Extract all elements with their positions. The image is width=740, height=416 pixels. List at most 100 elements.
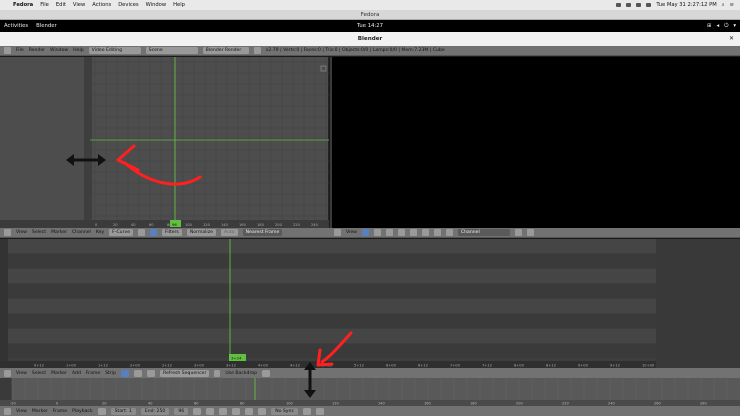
menu-help[interactable]: Help	[73, 48, 83, 53]
graph-mode-select[interactable]: F-Curve	[109, 229, 134, 236]
play-reverse-icon[interactable]	[219, 407, 228, 415]
sequencer-canvas[interactable]: 0+12 1+00 1+12 2+00 2+12 3+00 3+12 4+00 4+12 5+00…	[0, 239, 740, 368]
start-frame-field[interactable]: Start: 1	[110, 407, 136, 415]
seq-menu-add[interactable]: Add	[72, 371, 81, 376]
wifi-icon[interactable]	[636, 3, 642, 7]
prev-keyframe-icon[interactable]	[206, 407, 215, 415]
channel-select[interactable]: Channel	[457, 229, 510, 236]
activities-button[interactable]: Activities	[4, 23, 28, 29]
sequencer-strips[interactable]: 0+12 1+00 1+12 2+00 2+12 3+00 3+12 4+00 4+12 5+00…	[0, 239, 740, 368]
menu-render[interactable]: Render	[29, 48, 45, 53]
lock-icon[interactable]	[514, 229, 522, 236]
normalize-toggle[interactable]: Normalize	[186, 229, 216, 236]
mac-menu-file[interactable]: File	[40, 2, 49, 8]
view-type-icon[interactable]	[361, 229, 369, 236]
frame-tick-label: 120	[203, 223, 211, 227]
seq-menu-view[interactable]: View	[16, 371, 27, 376]
display-icon[interactable]	[134, 369, 142, 377]
camera-icon[interactable]	[526, 229, 534, 236]
mac-menu-edit[interactable]: Edit	[56, 2, 66, 8]
sequencer-preview[interactable]	[330, 57, 740, 228]
next-keyframe-icon[interactable]	[245, 407, 254, 415]
keying-set-icon[interactable]	[315, 407, 324, 415]
display-mode-icon[interactable]	[421, 229, 429, 236]
graph-menu-key[interactable]: Key	[96, 230, 104, 235]
auto-normalize-toggle[interactable]: Auto	[220, 229, 238, 236]
timeline[interactable]: -20 0 20 40 60 80 100 120 140 160 180 200 220 240 260 2…	[0, 378, 740, 406]
display-mode-icon[interactable]	[409, 229, 417, 236]
menu-file[interactable]: File	[16, 48, 24, 53]
status-icon[interactable]	[616, 3, 622, 7]
display-mode-icon[interactable]	[397, 229, 405, 236]
snap-icon[interactable]	[261, 369, 270, 377]
filter-only-selected-icon[interactable]	[150, 229, 158, 236]
preview-range-icon[interactable]	[97, 407, 106, 415]
refresh-sequencer-button[interactable]: Refresh Sequencer	[160, 369, 210, 377]
graph-menu-channel[interactable]: Channel	[72, 230, 91, 235]
jump-end-icon[interactable]	[258, 407, 267, 415]
ghost-icon[interactable]	[138, 229, 146, 236]
display-mode-icon[interactable]	[433, 229, 441, 236]
filters-button[interactable]: Filters	[162, 229, 182, 236]
auto-snap-select[interactable]: Nearest Frame	[242, 229, 283, 236]
time-tick-label: 6+00	[386, 364, 397, 368]
network-icon[interactable]: ⊞	[707, 23, 711, 30]
tl-menu-view[interactable]: View	[16, 409, 27, 414]
display-mode-icon[interactable]	[385, 229, 393, 236]
play-icon[interactable]	[232, 407, 241, 415]
status-icon[interactable]	[626, 3, 632, 7]
display-mode-icon[interactable]	[373, 229, 381, 236]
graph-menu-select[interactable]: Select	[32, 230, 46, 235]
menu-window[interactable]: Window	[50, 48, 68, 53]
backdrop-checkbox[interactable]	[214, 369, 221, 377]
mac-app-name[interactable]: Fedora	[13, 2, 33, 8]
tl-menu-marker[interactable]: Marker	[32, 409, 48, 414]
jump-start-icon[interactable]	[193, 407, 202, 415]
info-editor-icon[interactable]	[4, 47, 11, 54]
search-icon[interactable]: ⌕	[722, 2, 725, 9]
end-frame-field[interactable]: End: 250	[140, 407, 170, 415]
graph-menu-marker[interactable]: Marker	[51, 230, 67, 235]
tl-menu-playback[interactable]: Playback	[72, 409, 93, 414]
timeline-canvas[interactable]: -20 0 20 40 60 80 100 120 140 160 180 200 220 240 260 2…	[0, 378, 740, 406]
screen-layout-select[interactable]: Video Editing	[88, 47, 141, 54]
record-icon[interactable]	[302, 407, 311, 415]
mac-menu-view[interactable]: View	[73, 2, 85, 8]
battery-icon[interactable]	[646, 3, 652, 7]
render-engine-select[interactable]: Blender Render	[202, 47, 249, 54]
scene-select[interactable]: Scene	[145, 47, 198, 54]
volume-icon[interactable]: ◂	[716, 23, 719, 30]
sequencer-editor-icon[interactable]	[4, 369, 11, 377]
gnome-clock[interactable]: Tue 14:27	[0, 23, 740, 29]
mac-menu-actions[interactable]: Actions	[92, 2, 111, 8]
mac-menu-devices[interactable]: Devices	[118, 2, 138, 8]
area-divider[interactable]	[330, 57, 332, 228]
close-icon[interactable]: ✕	[729, 32, 734, 46]
display-icon[interactable]	[147, 369, 155, 377]
graph-editor[interactable]: 0 20 40 60 80 100 120 140 160 180 200 220 240 96	[0, 57, 329, 228]
timeline-editor-icon[interactable]	[4, 407, 11, 415]
graph-editor-icon[interactable]	[4, 229, 11, 236]
seq-menu-frame[interactable]: Frame	[86, 371, 100, 376]
menu-list-icon[interactable]: ≡	[730, 2, 734, 8]
graph-menu-view[interactable]: View	[16, 230, 27, 235]
mac-datetime[interactable]: Tue May 31 2:27:12 PM	[656, 2, 716, 8]
current-frame-field[interactable]: 96	[174, 407, 189, 415]
graph-canvas[interactable]: 0 20 40 60 80 100 120 140 160 180 200 220 24096	[0, 57, 329, 228]
seq-menu-marker[interactable]: Marker	[51, 371, 67, 376]
chevron-down-icon[interactable]: ▾	[733, 23, 736, 30]
frame-tick-label: 240	[311, 223, 319, 227]
mac-menu-window[interactable]: Window	[146, 2, 166, 8]
start-value: 1	[128, 408, 132, 414]
tl-menu-frame[interactable]: Frame	[53, 409, 67, 414]
preview-menu-view[interactable]: View	[346, 230, 357, 235]
gnome-app-menu[interactable]: Blender	[36, 23, 57, 29]
view-type-icon[interactable]	[121, 369, 129, 377]
seq-menu-strip[interactable]: Strip	[105, 371, 116, 376]
display-mode-icon[interactable]	[445, 229, 453, 236]
power-icon[interactable]: ⏻	[724, 23, 728, 30]
mac-menu-help[interactable]: Help	[173, 2, 185, 8]
seq-menu-select[interactable]: Select	[32, 371, 46, 376]
sync-select[interactable]: No Sync	[271, 407, 298, 415]
sequencer-editor-icon[interactable]	[334, 229, 341, 236]
